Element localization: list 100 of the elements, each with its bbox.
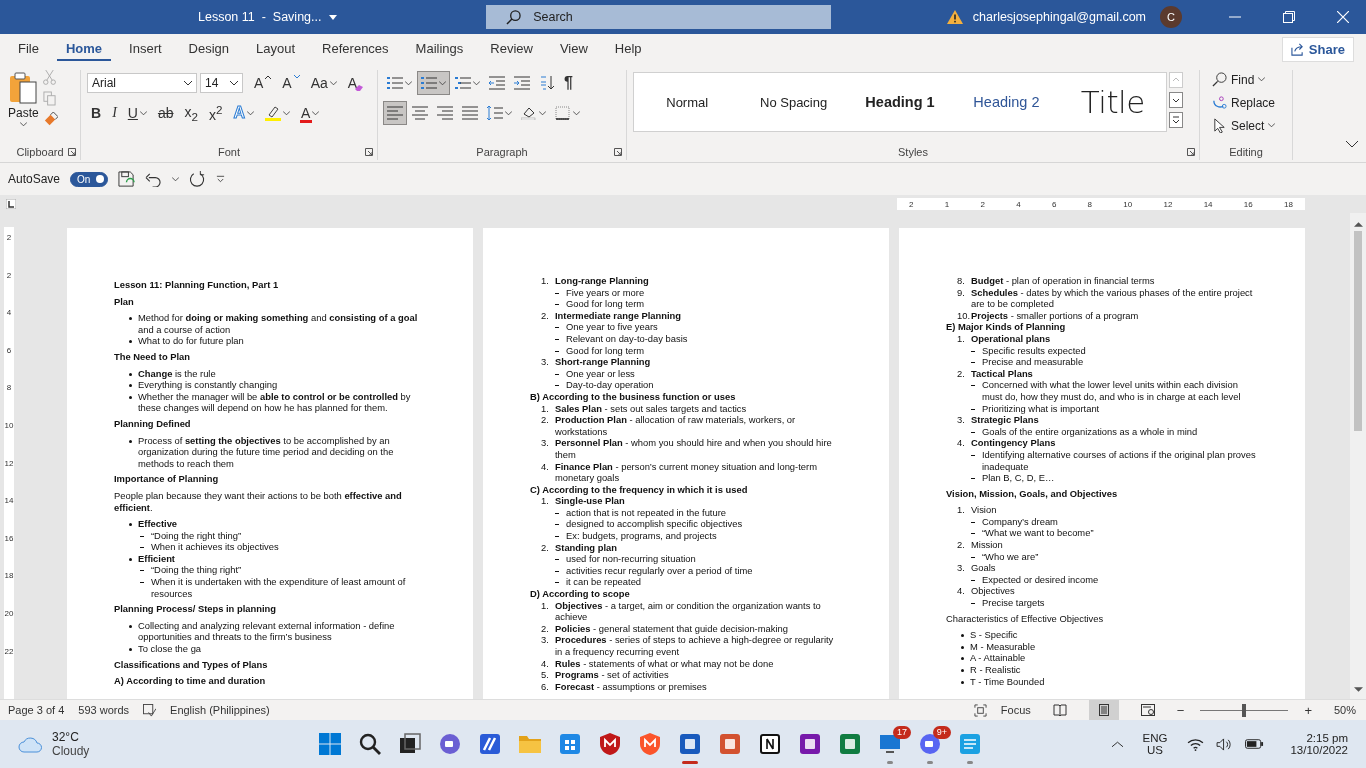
dialog-launcher-icon[interactable] bbox=[68, 148, 76, 156]
more-styles-icon[interactable] bbox=[1169, 112, 1183, 128]
save-icon[interactable] bbox=[118, 170, 136, 188]
ribbon-tab[interactable]: Insert bbox=[120, 37, 171, 61]
ribbon-tab[interactable]: Home bbox=[56, 37, 112, 61]
replace-button[interactable]: Replace bbox=[1212, 93, 1286, 112]
shopping-bag-icon[interactable] bbox=[558, 732, 582, 756]
document-icon[interactable] bbox=[678, 732, 702, 756]
ribbon-tab[interactable]: Design bbox=[179, 37, 239, 61]
italic-button[interactable]: I bbox=[108, 102, 121, 124]
autosave-toggle[interactable]: On bbox=[70, 171, 109, 187]
zoom-slider[interactable] bbox=[1198, 703, 1291, 717]
scroll-down-icon[interactable] bbox=[1169, 92, 1183, 108]
spreadsheet-icon[interactable] bbox=[838, 732, 862, 756]
color-button[interactable]: A bbox=[297, 102, 324, 124]
scroll-down-icon[interactable] bbox=[1353, 687, 1363, 693]
ribbon-tab[interactable]: Mailings bbox=[406, 37, 473, 61]
page-count[interactable]: Page 3 of 4 bbox=[8, 704, 65, 716]
sup-button[interactable]: x$^{2}$ bbox=[205, 102, 227, 124]
restore-icon[interactable] bbox=[1283, 11, 1295, 23]
redo-icon[interactable] bbox=[189, 170, 207, 188]
select-button[interactable]: Select bbox=[1212, 116, 1286, 135]
word-count[interactable]: 593 words bbox=[78, 704, 130, 716]
style-option[interactable]: Heading 1 bbox=[846, 94, 954, 110]
input-language[interactable]: ENG US bbox=[1142, 732, 1168, 756]
focus-icon[interactable] bbox=[973, 703, 987, 717]
ribbon-tab[interactable]: File bbox=[9, 37, 48, 61]
ribbon-tab[interactable]: Help bbox=[605, 37, 651, 61]
windows-logo-icon[interactable] bbox=[318, 732, 342, 756]
weather-condition[interactable]: Cloudy bbox=[52, 744, 90, 758]
scroll-up-icon[interactable] bbox=[1353, 221, 1363, 227]
dialog-launcher-icon[interactable] bbox=[614, 148, 622, 156]
clock[interactable]: 2:15 pm 13/10/2022 bbox=[1290, 732, 1348, 756]
font-family-field[interactable]: Arial bbox=[87, 73, 197, 93]
caret-icon[interactable] bbox=[172, 176, 180, 182]
strike-button[interactable]: ab bbox=[153, 102, 178, 124]
scrollbar-thumb[interactable] bbox=[1354, 231, 1362, 431]
share-button[interactable]: Share bbox=[1281, 36, 1354, 62]
list-item: M - Measurable bbox=[970, 640, 1037, 653]
style-option[interactable]: Normal bbox=[634, 94, 741, 110]
style-option[interactable]: No Spacing bbox=[740, 94, 847, 110]
pilcrow-button[interactable]: ¶ bbox=[561, 72, 576, 94]
account-avatar[interactable]: C bbox=[1160, 6, 1182, 28]
find-button[interactable]: Find bbox=[1212, 70, 1286, 89]
ribbon-tab[interactable]: Review bbox=[481, 37, 542, 61]
paste-button[interactable]: Paste bbox=[8, 70, 39, 144]
focus-label[interactable]: Focus bbox=[1000, 704, 1031, 716]
video-chat-icon[interactable] bbox=[438, 732, 462, 756]
lion-logo-icon[interactable] bbox=[638, 732, 662, 756]
warning-icon[interactable] bbox=[946, 10, 963, 24]
caret-icon[interactable] bbox=[329, 14, 338, 20]
clear-formatting-button[interactable]: A bbox=[343, 72, 368, 94]
numbering-button[interactable] bbox=[418, 72, 449, 94]
notebook-icon[interactable] bbox=[798, 732, 822, 756]
language[interactable]: English (Philippines) bbox=[170, 704, 270, 716]
change-case-button[interactable]: Aa bbox=[306, 72, 341, 94]
stripes-app-icon[interactable] bbox=[478, 732, 502, 756]
shrink-font-button[interactable]: A bbox=[278, 72, 304, 94]
chevron-up-icon[interactable] bbox=[1111, 740, 1123, 748]
tab-stop-icon[interactable] bbox=[6, 199, 16, 209]
undo-icon[interactable] bbox=[145, 171, 163, 187]
ribbon-tab[interactable]: References bbox=[313, 37, 398, 61]
format-painter-icon[interactable] bbox=[42, 112, 58, 127]
zoom-level[interactable]: 50% bbox=[1333, 704, 1356, 716]
bold-button[interactable]: B bbox=[87, 102, 106, 124]
sub-button[interactable]: x$_{2}$ bbox=[180, 102, 202, 124]
grow-font-button[interactable]: A bbox=[250, 72, 276, 94]
dialog-launcher-icon[interactable] bbox=[365, 148, 373, 156]
heading: Characteristics of Effective Objectives bbox=[946, 612, 1105, 625]
customize-icon[interactable] bbox=[216, 175, 226, 183]
ribbon-tab[interactable]: Layout bbox=[247, 37, 305, 61]
shield-icon[interactable] bbox=[598, 732, 622, 756]
dialog-launcher-icon[interactable] bbox=[1187, 148, 1195, 156]
presentation-icon[interactable] bbox=[718, 732, 742, 756]
list-item: Long-range Planning bbox=[554, 275, 650, 287]
style-option[interactable]: Heading 2 bbox=[953, 94, 1060, 110]
wifi-icon[interactable] bbox=[1187, 737, 1205, 751]
style-option[interactable]: Title bbox=[1059, 84, 1167, 120]
proofing-icon[interactable] bbox=[143, 703, 157, 717]
dash-marker-icon bbox=[555, 570, 559, 572]
search-icon[interactable] bbox=[358, 732, 382, 756]
task-view-icon[interactable] bbox=[398, 732, 422, 756]
font-size-field[interactable]: 14 bbox=[200, 73, 243, 93]
account-email[interactable]: charlesjosephingal@gmail.com bbox=[972, 10, 1146, 24]
cube-icon[interactable] bbox=[758, 732, 782, 756]
horizontal-ruler[interactable]: 2 1 2 4 6 8 10 12 14 16 18 bbox=[897, 198, 1305, 210]
list-item: Single-use Plan bbox=[554, 495, 626, 507]
battery-icon[interactable] bbox=[1245, 739, 1265, 749]
speaker-icon[interactable] bbox=[1216, 737, 1234, 751]
search-field[interactable]: Search bbox=[486, 5, 831, 29]
zoom-out-button[interactable]: − bbox=[1176, 702, 1185, 718]
vertical-ruler[interactable]: 2 2 4 6 8 10 12 14 16 18 20 22 bbox=[4, 227, 14, 699]
zoom-slider-thumb[interactable] bbox=[1242, 703, 1247, 717]
print-view-button[interactable] bbox=[1088, 700, 1119, 720]
zoom-in-button[interactable]: + bbox=[1304, 702, 1312, 718]
underline-button[interactable]: U bbox=[123, 102, 151, 124]
temperature[interactable]: 32°C bbox=[52, 730, 90, 744]
collapse-ribbon-icon[interactable] bbox=[1346, 141, 1358, 148]
close-icon[interactable] bbox=[1337, 11, 1349, 23]
ribbon-tab[interactable]: View bbox=[550, 37, 597, 61]
